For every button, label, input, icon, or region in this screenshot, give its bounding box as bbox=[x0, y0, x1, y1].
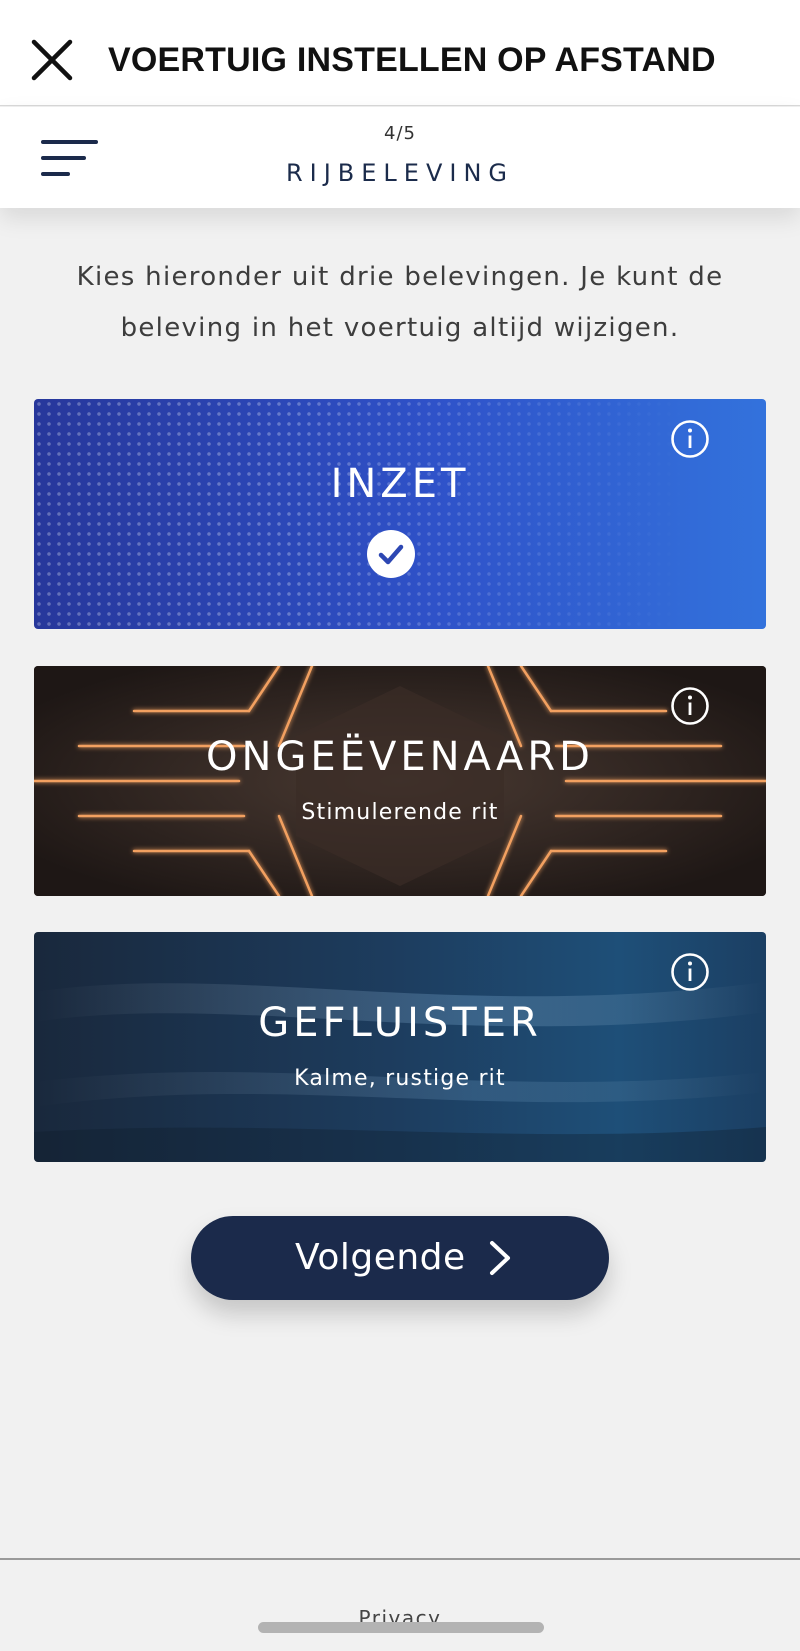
experience-title: INZET bbox=[330, 461, 470, 507]
intro-text: Kies hieronder uit drie belevingen. Je k… bbox=[76, 262, 724, 343]
glow-lines-graphic bbox=[34, 666, 766, 896]
app-header: VOERTUIG INSTELLEN OP AFSTAND bbox=[0, 0, 800, 106]
page-title: VOERTUIG INSTELLEN OP AFSTAND bbox=[108, 41, 716, 79]
info-icon[interactable] bbox=[670, 686, 710, 726]
experience-card-gefluister[interactable]: GEFLUISTER Kalme, rustige rit bbox=[34, 932, 766, 1162]
info-icon[interactable] bbox=[670, 419, 710, 459]
checkmark-icon bbox=[367, 530, 415, 578]
info-icon[interactable] bbox=[670, 952, 710, 992]
experience-subtitle: Kalme, rustige rit bbox=[294, 1066, 506, 1091]
home-indicator[interactable] bbox=[258, 1622, 544, 1633]
wave-graphic bbox=[34, 982, 766, 1162]
next-button-label: Volgende bbox=[295, 1237, 466, 1278]
experience-title: ONGEËVENAARD bbox=[206, 734, 594, 780]
experience-subtitle: Stimulerende rit bbox=[301, 800, 499, 825]
chevron-right-icon bbox=[490, 1241, 510, 1275]
dot-pattern bbox=[34, 399, 766, 629]
experience-title: GEFLUISTER bbox=[258, 1000, 542, 1046]
footer: Privacy bbox=[0, 1558, 800, 1651]
step-header: 4/5 RIJBELEVING bbox=[0, 107, 800, 208]
step-title: RIJBELEVING bbox=[285, 159, 515, 187]
step-counter: 4/5 bbox=[384, 123, 416, 144]
experience-card-ongeevenaard[interactable]: ONGEËVENAARD Stimulerende rit bbox=[34, 666, 766, 896]
next-button[interactable]: Volgende bbox=[191, 1216, 609, 1300]
close-icon[interactable] bbox=[30, 38, 74, 82]
experience-card-inzet[interactable]: INZET bbox=[34, 399, 766, 629]
